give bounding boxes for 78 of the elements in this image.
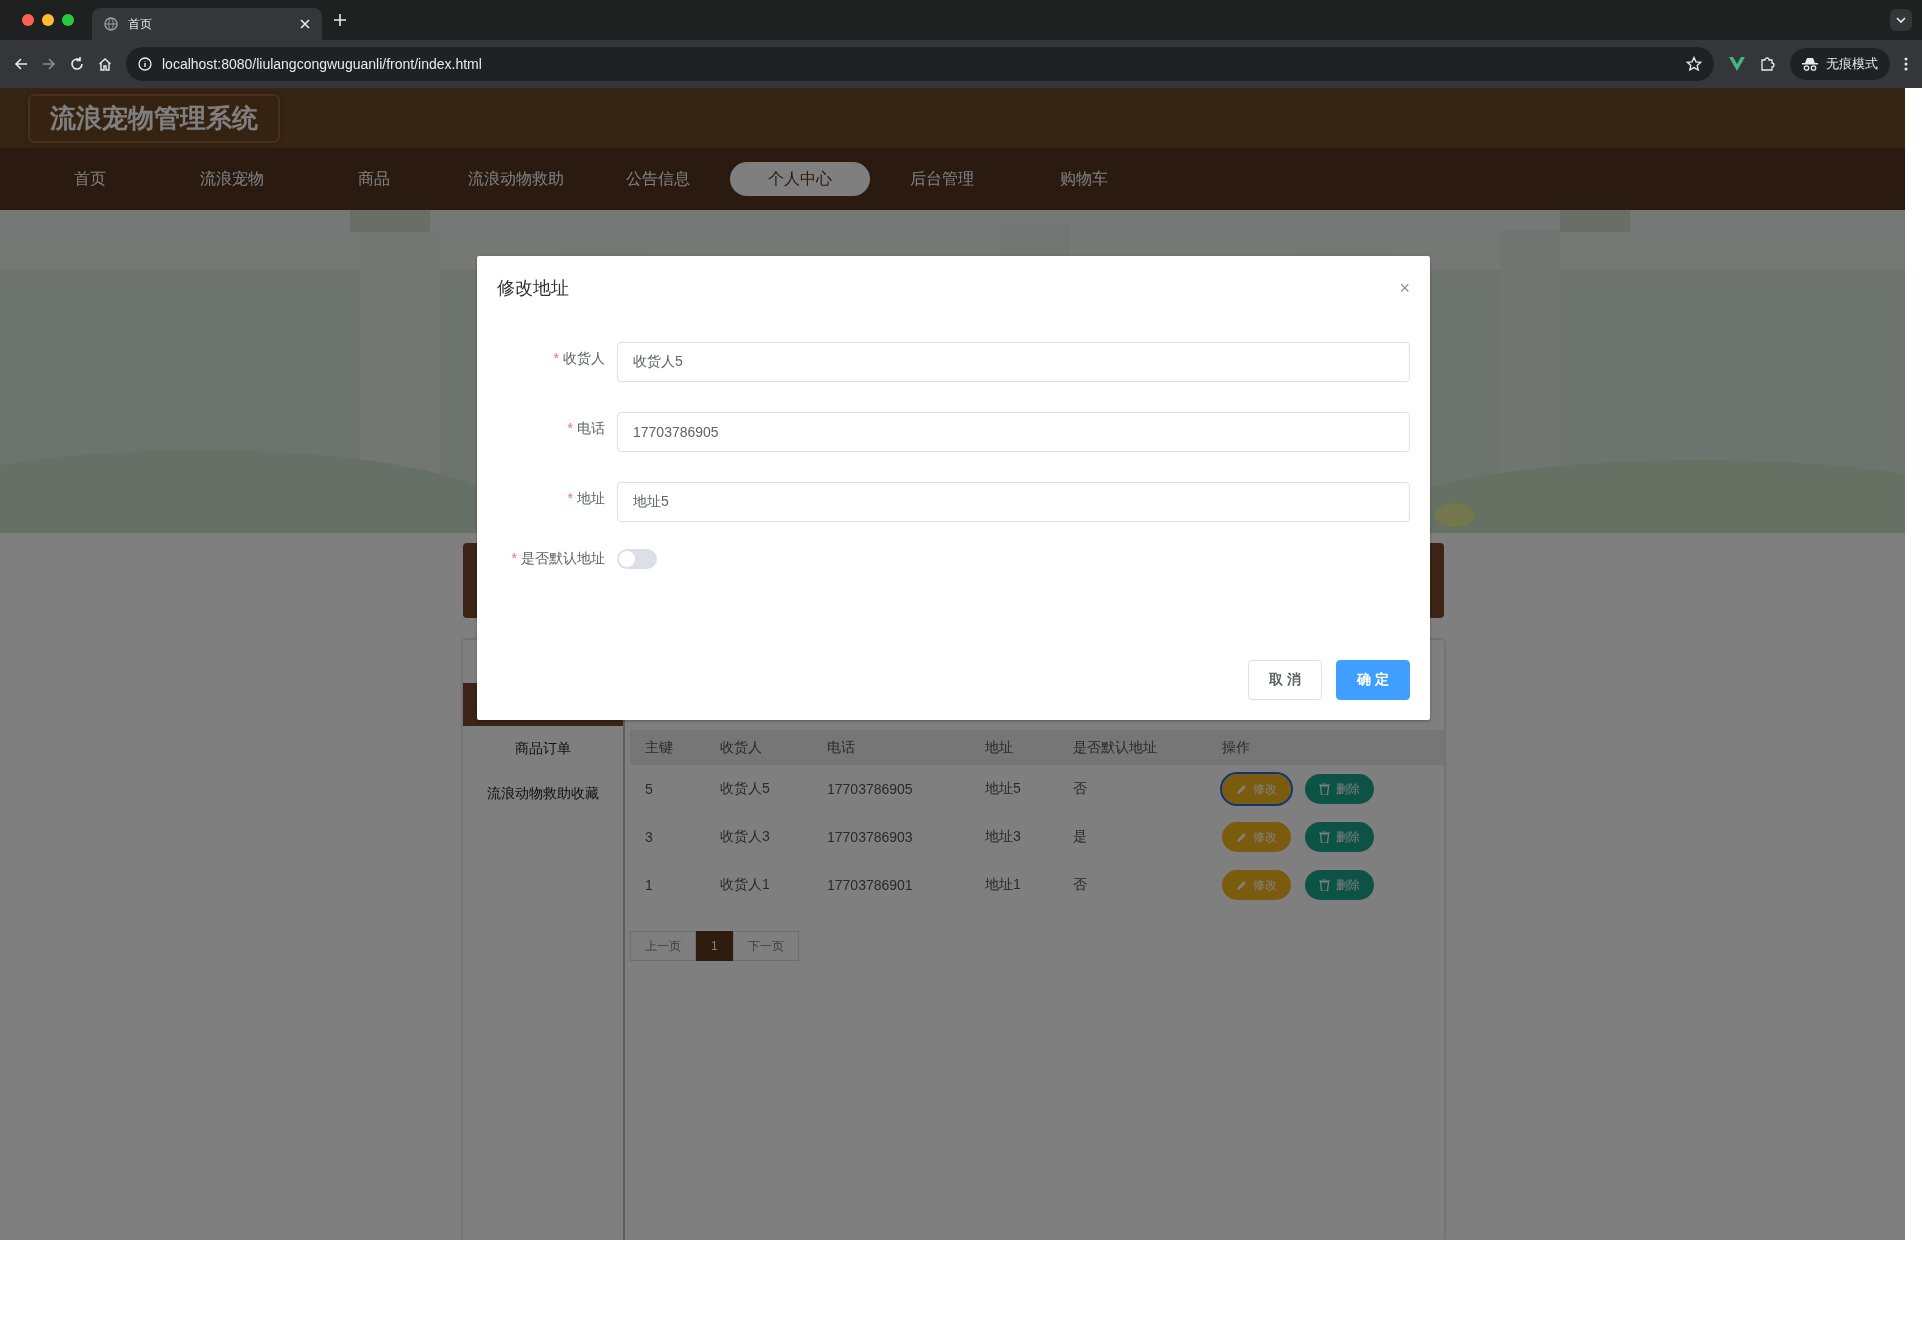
sidebar-item[interactable]: 流浪动物救助收藏 — [463, 771, 623, 816]
field-label: 地址 — [577, 490, 605, 508]
field-label: 电话 — [577, 420, 605, 438]
required-asterisk: * — [553, 350, 559, 366]
tab-search-icon[interactable] — [1890, 9, 1912, 31]
column-header: 地址 — [984, 738, 1014, 757]
trash-icon — [1319, 879, 1330, 891]
close-window-button[interactable] — [22, 14, 34, 26]
table-cell-text: 收货人5 — [719, 780, 771, 798]
globe-icon — [104, 17, 118, 31]
table-cell-text: 地址5 — [984, 780, 1022, 798]
table-cell-text: 17703786901 — [826, 877, 914, 893]
text-field[interactable]: 17703786905 — [617, 412, 1410, 452]
column-header: 收货人 — [719, 738, 763, 757]
incognito-profile-button[interactable]: 无痕模式 — [1790, 48, 1890, 80]
toggle-switch[interactable] — [617, 549, 657, 569]
nav-tab[interactable]: 商品 — [304, 162, 444, 196]
trash-icon — [1319, 783, 1330, 795]
table-cell-text: 5 — [644, 781, 654, 797]
table-cell-text: 地址3 — [984, 828, 1022, 846]
nav-tab[interactable]: 公告信息 — [588, 162, 728, 196]
table-cell-text: 否 — [1072, 876, 1088, 894]
table-cell-text: 收货人1 — [719, 876, 771, 894]
required-asterisk: * — [567, 490, 573, 506]
home-icon[interactable] — [98, 57, 112, 71]
table-cell-text: 否 — [1072, 780, 1088, 798]
field-label: 收货人 — [563, 350, 605, 368]
address-bar[interactable]: localhost:8080/liulangcongwuguanli/front/index.html — [126, 47, 1714, 81]
table-cell-text: 收货人3 — [719, 828, 771, 846]
field-label: 是否默认地址 — [521, 550, 605, 568]
new-tab-icon[interactable] — [334, 14, 346, 26]
delete-button[interactable]: 删除 — [1305, 870, 1374, 900]
back-icon[interactable] — [14, 57, 28, 71]
column-header: 主键 — [644, 738, 674, 757]
nav-tab[interactable]: 流浪动物救助 — [446, 162, 586, 196]
nav-tab[interactable]: 首页 — [20, 162, 160, 196]
extension-v-icon[interactable] — [1728, 56, 1746, 72]
nav-tab[interactable]: 个人中心 — [730, 162, 870, 196]
maximize-window-button[interactable] — [62, 14, 74, 26]
nav-tab[interactable]: 后台管理 — [872, 162, 1012, 196]
table-cell-text: 是 — [1072, 828, 1088, 846]
puzzle-icon[interactable] — [1760, 56, 1776, 72]
required-asterisk: * — [511, 550, 517, 566]
more-menu-icon[interactable] — [1904, 57, 1908, 71]
pencil-icon — [1236, 879, 1247, 891]
table-cell-text: 3 — [644, 829, 654, 845]
reload-icon[interactable] — [70, 57, 84, 71]
close-button[interactable]: × — [1399, 277, 1410, 299]
column-header: 电话 — [826, 738, 856, 757]
nav-tab[interactable]: 流浪宠物 — [162, 162, 302, 196]
info-icon — [138, 57, 152, 71]
trash-icon — [1319, 831, 1330, 843]
confirm-button[interactable]: 确 定 — [1336, 660, 1410, 700]
delete-button[interactable]: 删除 — [1305, 774, 1374, 804]
delete-button[interactable]: 删除 — [1305, 822, 1374, 852]
minimize-window-button[interactable] — [42, 14, 54, 26]
table-cell-text: 地址1 — [984, 876, 1022, 894]
table-cell-text: 17703786903 — [826, 829, 914, 845]
pencil-icon — [1236, 783, 1247, 795]
nav-tab[interactable]: 购物车 — [1014, 162, 1154, 196]
incognito-icon — [1802, 57, 1818, 71]
close-icon[interactable] — [300, 19, 310, 29]
bookmark-star-icon[interactable] — [1686, 56, 1702, 72]
text-field[interactable]: 收货人5 — [617, 342, 1410, 382]
cancel-button[interactable]: 取 消 — [1248, 660, 1323, 700]
text-field[interactable]: 地址5 — [617, 482, 1410, 522]
pencil-icon — [1236, 831, 1247, 843]
browser-tab[interactable]: 首页 — [92, 8, 322, 40]
page-button[interactable]: 1 — [696, 931, 733, 961]
table-cell-text: 1 — [644, 877, 654, 893]
sidebar-item[interactable]: 商品订单 — [463, 726, 623, 771]
table-cell-text: 17703786905 — [826, 781, 914, 797]
site-title: 流浪宠物管理系统 — [28, 93, 280, 143]
column-header: 是否默认地址 — [1072, 738, 1158, 757]
forward-icon[interactable] — [42, 57, 56, 71]
column-header: 操作 — [1221, 738, 1251, 757]
required-asterisk: * — [567, 420, 573, 436]
dialog-title: 修改地址 — [497, 277, 569, 300]
